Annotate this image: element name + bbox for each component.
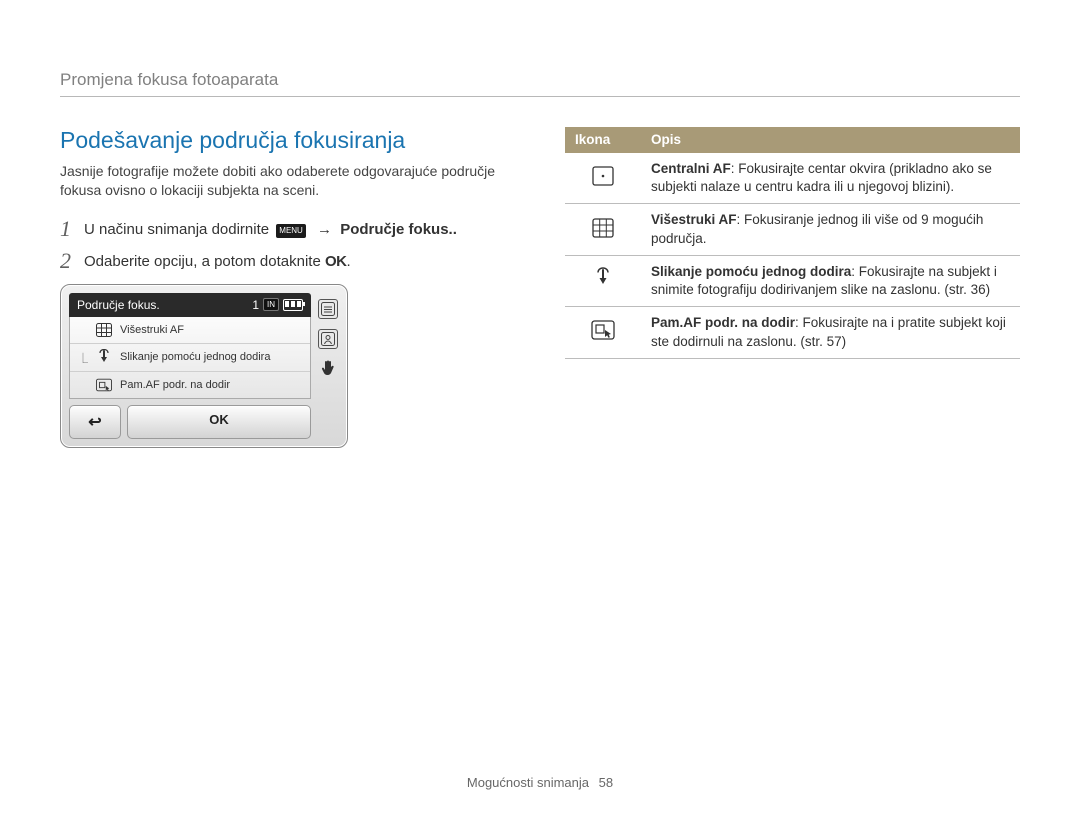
face-detect-icon xyxy=(318,329,338,349)
left-column: Podešavanje područja fokusiranja Jasnije… xyxy=(60,127,515,448)
battery-icon xyxy=(283,299,303,311)
camera-ui-figure: Područje fokus. 1 IN xyxy=(60,284,348,448)
icon-description-table: Ikona Opis Centralni AF: Fokusirajte cen… xyxy=(565,127,1020,359)
section-title: Podešavanje područja fokusiranja xyxy=(60,127,515,154)
table-row: Višestruki AF: Fokusiranje jednog ili vi… xyxy=(565,204,1020,255)
cam-option-list: Višestruki AF ⎿ Slikanje pomoću jednog d… xyxy=(69,317,311,399)
center-af-icon xyxy=(591,165,615,187)
cam-option-label: Višestruki AF xyxy=(120,324,184,336)
cam-option-one-touch[interactable]: ⎿ Slikanje pomoću jednog dodira xyxy=(70,344,310,372)
multi-af-icon xyxy=(591,217,615,239)
table-row: Centralni AF: Fokusirajte centar okvira … xyxy=(565,153,1020,204)
row-term: Slikanje pomoću jednog dodira xyxy=(651,264,851,279)
memory-in-icon: IN xyxy=(263,298,279,311)
cam-option-label: Slikanje pomoću jednog dodira xyxy=(120,351,270,363)
multi-af-icon xyxy=(96,323,112,337)
smart-touch-af-icon xyxy=(96,378,112,392)
table-row: Slikanje pomoću jednog dodira: Fokusiraj… xyxy=(565,255,1020,306)
table-header-desc: Opis xyxy=(641,127,1020,153)
cam-sidebar xyxy=(317,293,339,439)
right-column: Ikona Opis Centralni AF: Fokusirajte cen… xyxy=(565,127,1020,448)
intro-text: Jasnije fotografije možete dobiti ako od… xyxy=(60,162,515,200)
cam-title: Područje fokus. xyxy=(77,298,160,312)
hand-icon xyxy=(319,359,337,377)
cam-back-button[interactable]: ↩ xyxy=(69,405,121,439)
ok-glyph: OK xyxy=(325,253,347,270)
step-number: 2 xyxy=(60,250,84,272)
indent-marker-icon: ⎿ xyxy=(78,350,88,365)
row-term: Centralni AF xyxy=(651,161,731,176)
cam-option-smart-touch[interactable]: Pam.AF podr. na dodir xyxy=(70,372,310,398)
touch-shot-icon xyxy=(96,350,112,364)
arrow-icon: → xyxy=(317,221,332,238)
step-1: 1 U načinu snimanja dodirnite MENU → Pod… xyxy=(60,218,515,240)
menu-icon: MENU xyxy=(276,224,306,238)
cam-count: 1 xyxy=(252,298,259,312)
row-term: Višestruki AF xyxy=(651,212,737,227)
step-1-pre: U načinu snimanja dodirnite xyxy=(84,221,269,238)
cam-ok-button[interactable]: OK xyxy=(127,405,311,439)
page-number: 58 xyxy=(599,775,613,790)
breadcrumb: Promjena fokusa fotoaparata xyxy=(60,70,1020,97)
step-1-target: Područje fokus.. xyxy=(340,221,457,238)
smart-touch-af-icon xyxy=(591,319,615,341)
cam-option-multi-af[interactable]: Višestruki AF xyxy=(70,317,310,344)
table-row: Pam.AF podr. na dodir: Fokusirajte na i … xyxy=(565,307,1020,358)
footer-section: Mogućnosti snimanja xyxy=(467,775,589,790)
step-2-text: Odaberite opciju, a potom dotaknite xyxy=(84,253,321,270)
page-footer: Mogućnosti snimanja 58 xyxy=(0,775,1080,790)
table-header-icon: Ikona xyxy=(565,127,641,153)
cam-option-label: Pam.AF podr. na dodir xyxy=(120,379,230,391)
step-number: 1 xyxy=(60,218,84,240)
step-2: 2 Odaberite opciju, a potom dotaknite OK… xyxy=(60,250,515,272)
row-term: Pam.AF podr. na dodir xyxy=(651,315,795,330)
touch-shot-icon xyxy=(591,267,615,289)
cam-titlebar: Područje fokus. 1 IN xyxy=(69,293,311,317)
mode-m-icon xyxy=(318,299,338,319)
